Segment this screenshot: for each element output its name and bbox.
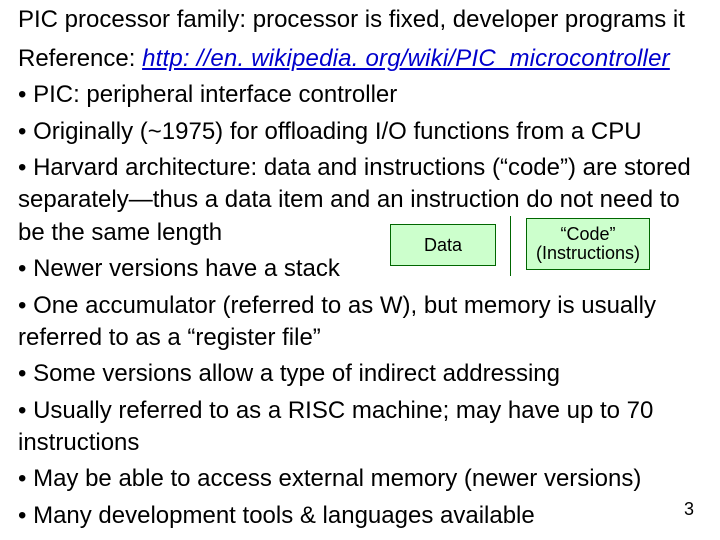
bullet-tools: • Many development tools & languages ava… — [18, 500, 702, 532]
slide-title: PIC processor family: processor is fixed… — [18, 6, 702, 35]
reference-label: Reference: — [18, 45, 142, 72]
slide-body: Reference: http: //en. wikipedia. org/wi… — [18, 43, 702, 532]
reference-link[interactable]: http: //en. wikipedia. org/wiki/PIC_micr… — [142, 45, 670, 72]
reference-line: Reference: http: //en. wikipedia. org/wi… — [18, 43, 702, 75]
bullet-external-mem: • May be able to access external memory … — [18, 463, 702, 495]
bullet-origin: • Originally (~1975) for offloading I/O … — [18, 116, 702, 148]
bullet-risc: • Usually referred to as a RISC machine;… — [18, 395, 702, 460]
bullet-accumulator: • One accumulator (referred to as W), bu… — [18, 290, 702, 355]
page-number: 3 — [684, 499, 694, 520]
bullet-indirect: • Some versions allow a type of indirect… — [18, 358, 702, 390]
bullet-pic: • PIC: peripheral interface controller — [18, 79, 702, 111]
bullet-harvard: • Harvard architecture: data and instruc… — [18, 152, 702, 249]
slide: PIC processor family: processor is fixed… — [0, 0, 720, 540]
bullet-stack: • Newer versions have a stack — [18, 253, 702, 285]
